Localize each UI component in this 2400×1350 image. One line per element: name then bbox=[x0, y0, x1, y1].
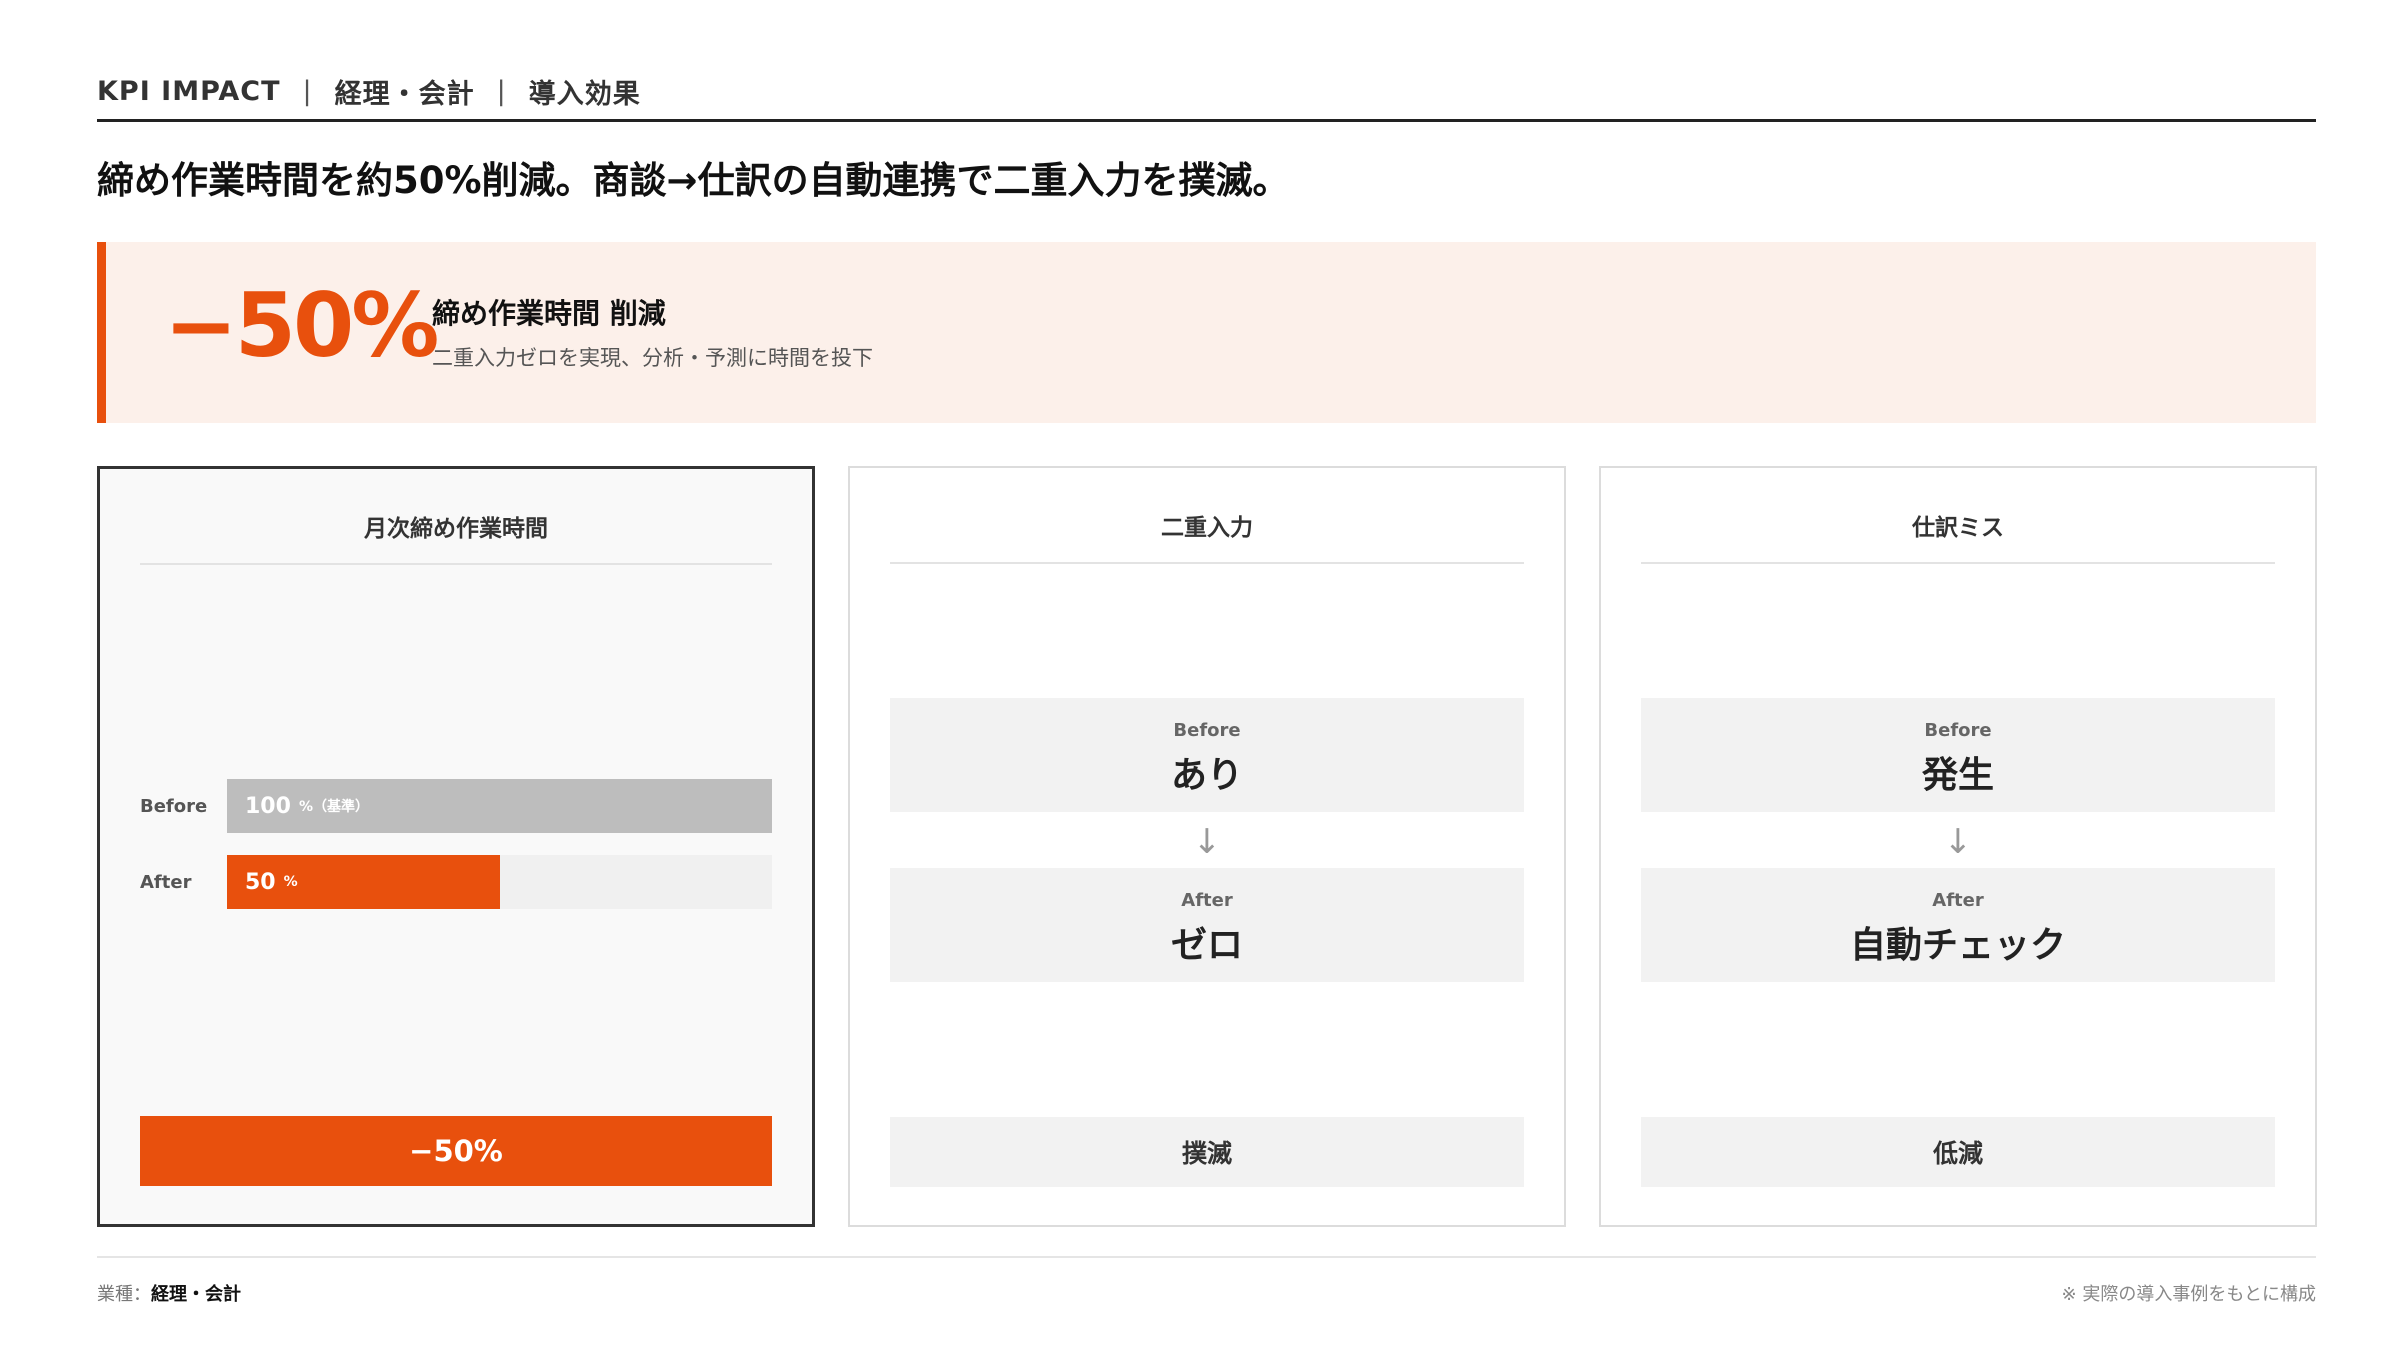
summary-title: 締め作業時間 削減 bbox=[432, 297, 666, 330]
before-box: Before あり bbox=[890, 698, 1524, 812]
header-row: KPI IMPACT | 経理・会計 | 導入効果 bbox=[97, 72, 2316, 111]
before-tag: Before bbox=[1173, 720, 1241, 741]
header: KPI IMPACT | 経理・会計 | 導入効果 bbox=[97, 72, 2316, 122]
bar-value-before: 100 bbox=[245, 793, 291, 819]
after-value: 自動チェック bbox=[1849, 925, 2066, 966]
bar-track-after: 50 % bbox=[227, 855, 772, 909]
before-value: あり bbox=[1170, 755, 1243, 796]
header-section: 導入効果 bbox=[528, 79, 641, 110]
card-journal-errors: 仕訳ミス Before 発生 ↓ After 自動チェック 低減 bbox=[1599, 466, 2317, 1227]
result-bar: −50% bbox=[140, 1116, 772, 1186]
result-box: 低減 bbox=[1641, 1117, 2275, 1187]
page-headline: 締め作業時間を約50%削減。商談→仕訳の自動連携で二重入力を撲滅。 bbox=[97, 159, 1290, 202]
after-box: After 自動チェック bbox=[1641, 868, 2275, 982]
arrow-down-icon: ↓ bbox=[1192, 822, 1222, 862]
bar-label-before: Before bbox=[140, 795, 208, 817]
card-title: 月次締め作業時間 bbox=[140, 509, 772, 565]
summary-banner: −50% 締め作業時間 削減 二重入力ゼロを実現、分析・予測に時間を投下 bbox=[97, 242, 2316, 423]
bar-unit-after: % bbox=[283, 874, 298, 890]
card-closing-time: 月次締め作業時間 Before 100 %（基準） After 50 % −50… bbox=[97, 466, 815, 1227]
arrow-down-icon: ↓ bbox=[1943, 822, 1973, 862]
summary-big-number: −50% bbox=[164, 274, 439, 377]
summary-subtitle: 二重入力ゼロを実現、分析・予測に時間を投下 bbox=[432, 346, 873, 370]
footer-divider bbox=[97, 1256, 2316, 1258]
bar-unit-before: %（基準） bbox=[298, 799, 369, 815]
bar-row-after: After 50 % bbox=[140, 855, 772, 909]
kpi-label: KPI IMPACT bbox=[97, 76, 281, 107]
header-separator: | bbox=[496, 76, 507, 107]
card-title: 仕訳ミス bbox=[1641, 508, 2275, 564]
bar-label-after: After bbox=[140, 871, 192, 893]
industry-label: 業種： bbox=[97, 1284, 151, 1305]
bar-fill-before: 100 %（基準） bbox=[227, 779, 772, 833]
card-title: 二重入力 bbox=[890, 508, 1524, 564]
after-value: ゼロ bbox=[1170, 925, 1243, 966]
header-category: 経理・会計 bbox=[334, 79, 475, 110]
bar-row-before: Before 100 %（基準） bbox=[140, 779, 772, 833]
bar-track-before: 100 %（基準） bbox=[227, 779, 772, 833]
before-tag: Before bbox=[1924, 720, 1992, 741]
bar-value-after: 50 bbox=[245, 869, 276, 895]
before-value: 発生 bbox=[1921, 755, 1994, 796]
footer-industry: 業種：経理・会計 bbox=[97, 1280, 241, 1306]
industry-value: 経理・会計 bbox=[151, 1284, 241, 1305]
after-box: After ゼロ bbox=[890, 868, 1524, 982]
before-box: Before 発生 bbox=[1641, 698, 2275, 812]
after-tag: After bbox=[1932, 890, 1984, 911]
card-double-entry: 二重入力 Before あり ↓ After ゼロ 撲滅 bbox=[848, 466, 1566, 1227]
footer-note: ※ 実際の導入事例をもとに構成 bbox=[2061, 1284, 2316, 1305]
result-box: 撲滅 bbox=[890, 1117, 1524, 1187]
after-tag: After bbox=[1181, 890, 1233, 911]
header-separator: | bbox=[302, 76, 313, 107]
bar-fill-after: 50 % bbox=[227, 855, 500, 909]
